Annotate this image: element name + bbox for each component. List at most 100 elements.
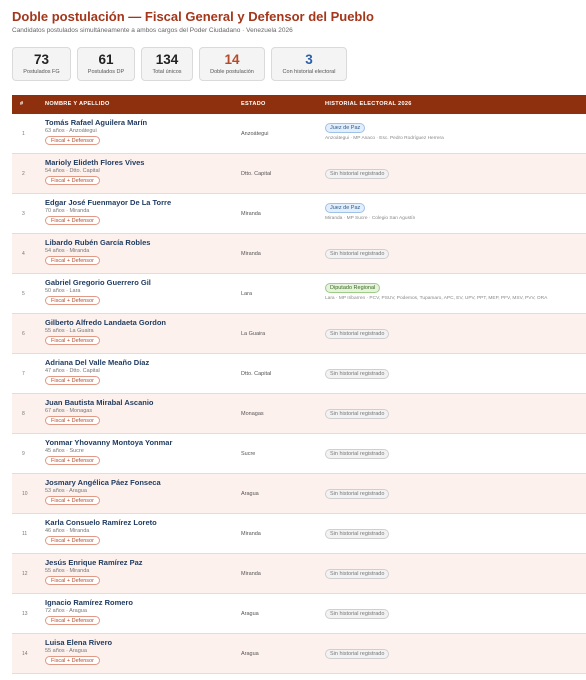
table-row[interactable]: 10 Josmary Angélica Páez Fonseca 53 años ·… xyxy=(12,474,586,514)
historial-detail: Anzoátegui · MP Anaco · Esc. Pedro Rodrí… xyxy=(325,136,444,141)
dual-candidacy-tag: Fiscal + Defensor xyxy=(45,216,100,225)
stat-card-doble: 14 Doble postulación xyxy=(199,47,265,81)
row-number: 10 xyxy=(22,491,28,497)
row-number: 9 xyxy=(22,451,25,457)
stat-label: Postulados DP xyxy=(87,69,125,75)
dual-candidacy-tag: Fiscal + Defensor xyxy=(45,296,100,305)
candidate-meta: 55 años · La Guaira xyxy=(45,328,94,334)
column-header-historial: HISTORIAL ELECTORAL 2026 xyxy=(325,101,412,107)
historial-badge: Sin historial registrado xyxy=(325,409,390,419)
candidate-meta: 50 años · Lara xyxy=(45,288,81,294)
candidate-estado: Aragua xyxy=(241,651,259,657)
table-row[interactable]: 8 Juan Bautista Mirabal Ascanio 67 años · … xyxy=(12,394,586,434)
candidate-meta: 67 años · Monagas xyxy=(45,408,93,414)
table-row[interactable]: 14 Luisa Elena Rivero 55 años · Aragua Fisc… xyxy=(12,634,586,674)
stat-label: Total únicos xyxy=(152,69,182,75)
candidate-name: Adriana Del Valle Meaño Díaz xyxy=(45,358,150,367)
row-number: 14 xyxy=(22,651,28,657)
historial-badge: Sin historial registrado xyxy=(325,169,390,179)
stat-value: 134 xyxy=(155,52,179,67)
dual-candidacy-tag: Fiscal + Defensor xyxy=(45,256,100,265)
table-row[interactable]: 4 Libardo Rubén García Robles 54 años · Mi… xyxy=(12,234,586,274)
stat-label: Postulados FG xyxy=(23,69,60,75)
row-number: 7 xyxy=(22,371,25,377)
table-row[interactable]: 12 Jesús Enrique Ramírez Paz 55 años · Mir… xyxy=(12,554,586,594)
row-number: 3 xyxy=(22,211,25,217)
candidate-meta: 55 años · Aragua xyxy=(45,648,87,654)
candidate-name: Juan Bautista Mirabal Ascanio xyxy=(45,398,154,407)
row-number: 6 xyxy=(22,331,25,337)
stat-label: Doble postulación xyxy=(210,69,254,75)
table-row[interactable]: 5 Gabriel Gregorio Guerrero Gil 50 años · … xyxy=(12,274,586,314)
stat-card-fg: 73 Postulados FG xyxy=(12,47,71,81)
candidate-meta: 70 años · Miranda xyxy=(45,208,90,214)
historial-badge: Sin historial registrado xyxy=(325,649,390,659)
candidate-meta: 54 años · Miranda xyxy=(45,248,90,254)
stat-value: 73 xyxy=(33,52,50,67)
dual-candidacy-tag: Fiscal + Defensor xyxy=(45,576,100,585)
row-number: 4 xyxy=(22,251,25,257)
candidate-name: Karla Consuelo Ramírez Loreto xyxy=(45,518,157,527)
dual-candidacy-tag: Fiscal + Defensor xyxy=(45,616,100,625)
column-header-number: # xyxy=(20,101,24,107)
candidate-name: Jesús Enrique Ramírez Paz xyxy=(45,558,143,567)
dual-candidacy-tag: Fiscal + Defensor xyxy=(45,656,100,665)
row-number: 13 xyxy=(22,611,28,617)
stat-value: 3 xyxy=(305,52,313,67)
historial-badge: Diputado Regional xyxy=(325,283,381,293)
table-row[interactable]: 2 Marioly Elideth Flores Vives 54 años · D… xyxy=(12,154,586,194)
table-row[interactable]: 11 Karla Consuelo Ramírez Loreto 46 años ·… xyxy=(12,514,586,554)
candidate-estado: Miranda xyxy=(241,531,261,537)
row-number: 5 xyxy=(22,291,25,297)
candidate-estado: Sucre xyxy=(241,451,256,457)
candidate-estado: Dtto. Capital xyxy=(241,171,272,177)
table-row[interactable]: 9 Yonmar Yhovanny Montoya Yonmar 45 años ·… xyxy=(12,434,586,474)
historial-badge: Sin historial registrado xyxy=(325,329,390,339)
candidate-meta: 53 años · Aragua xyxy=(45,488,87,494)
dual-candidacy-tag: Fiscal + Defensor xyxy=(45,376,100,385)
dual-candidacy-tag: Fiscal + Defensor xyxy=(45,176,100,185)
candidate-name: Josmary Angélica Páez Fonseca xyxy=(45,478,161,487)
candidate-estado: Lara xyxy=(241,291,253,297)
table-body: 1 Tomás Rafael Aguilera Marín 63 años · An… xyxy=(12,114,586,674)
candidate-estado: Dtto. Capital xyxy=(241,371,272,377)
candidate-meta: 46 años · Miranda xyxy=(45,528,90,534)
historial-badge: Sin historial registrado xyxy=(325,609,390,619)
row-number: 12 xyxy=(22,571,28,577)
historial-detail: Miranda · MP Sucre · Colegio San Agustín xyxy=(325,216,416,221)
table-row[interactable]: 7 Adriana Del Valle Meaño Díaz 47 años · D… xyxy=(12,354,586,394)
row-number: 1 xyxy=(22,131,25,137)
stat-card-total: 134 Total únicos xyxy=(141,47,193,81)
candidate-meta: 45 años · Sucre xyxy=(45,448,84,454)
table-row[interactable]: 6 Gilberto Alfredo Landaeta Gordon 55 años… xyxy=(12,314,586,354)
historial-badge: Juez de Paz xyxy=(325,203,366,213)
row-number: 11 xyxy=(22,531,28,537)
candidate-estado: Miranda xyxy=(241,211,261,217)
stat-label: Con historial electoral xyxy=(282,69,336,75)
column-header-name: NOMBRE Y APELLIDO xyxy=(45,101,110,107)
row-number: 8 xyxy=(22,411,25,417)
dual-candidacy-tag: Fiscal + Defensor xyxy=(45,416,100,425)
table-row[interactable]: 1 Tomás Rafael Aguilera Marín 63 años · An… xyxy=(12,114,586,154)
candidate-name: Tomás Rafael Aguilera Marín xyxy=(45,118,148,127)
candidate-name: Libardo Rubén García Robles xyxy=(45,238,151,247)
candidate-estado: Aragua xyxy=(241,611,259,617)
historial-badge: Sin historial registrado xyxy=(325,449,390,459)
candidate-meta: 55 años · Miranda xyxy=(45,568,90,574)
dual-candidacy-tag: Fiscal + Defensor xyxy=(45,136,100,145)
table-row[interactable]: 13 Ignacio Ramírez Romero 72 años · Aragua… xyxy=(12,594,586,634)
stat-value: 14 xyxy=(224,52,240,67)
candidate-estado: Miranda xyxy=(241,571,261,577)
historial-badge: Sin historial registrado xyxy=(325,249,390,259)
candidate-estado: La Guaira xyxy=(241,331,266,337)
candidate-name: Edgar José Fuenmayor De La Torre xyxy=(45,198,172,207)
candidate-meta: 72 años · Aragua xyxy=(45,608,87,614)
stat-card-historial: 3 Con historial electoral xyxy=(271,47,347,81)
stat-card-dp: 61 Postulados DP xyxy=(77,47,135,81)
candidate-meta: 63 años · Anzoátegui xyxy=(45,128,97,134)
historial-badge: Sin historial registrado xyxy=(325,569,390,579)
historial-badge: Sin historial registrado xyxy=(325,489,390,499)
candidate-name: Marioly Elideth Flores Vives xyxy=(45,158,145,167)
candidate-name: Gilberto Alfredo Landaeta Gordon xyxy=(45,318,166,327)
table-row[interactable]: 3 Edgar José Fuenmayor De La Torre 70 años… xyxy=(12,194,586,234)
